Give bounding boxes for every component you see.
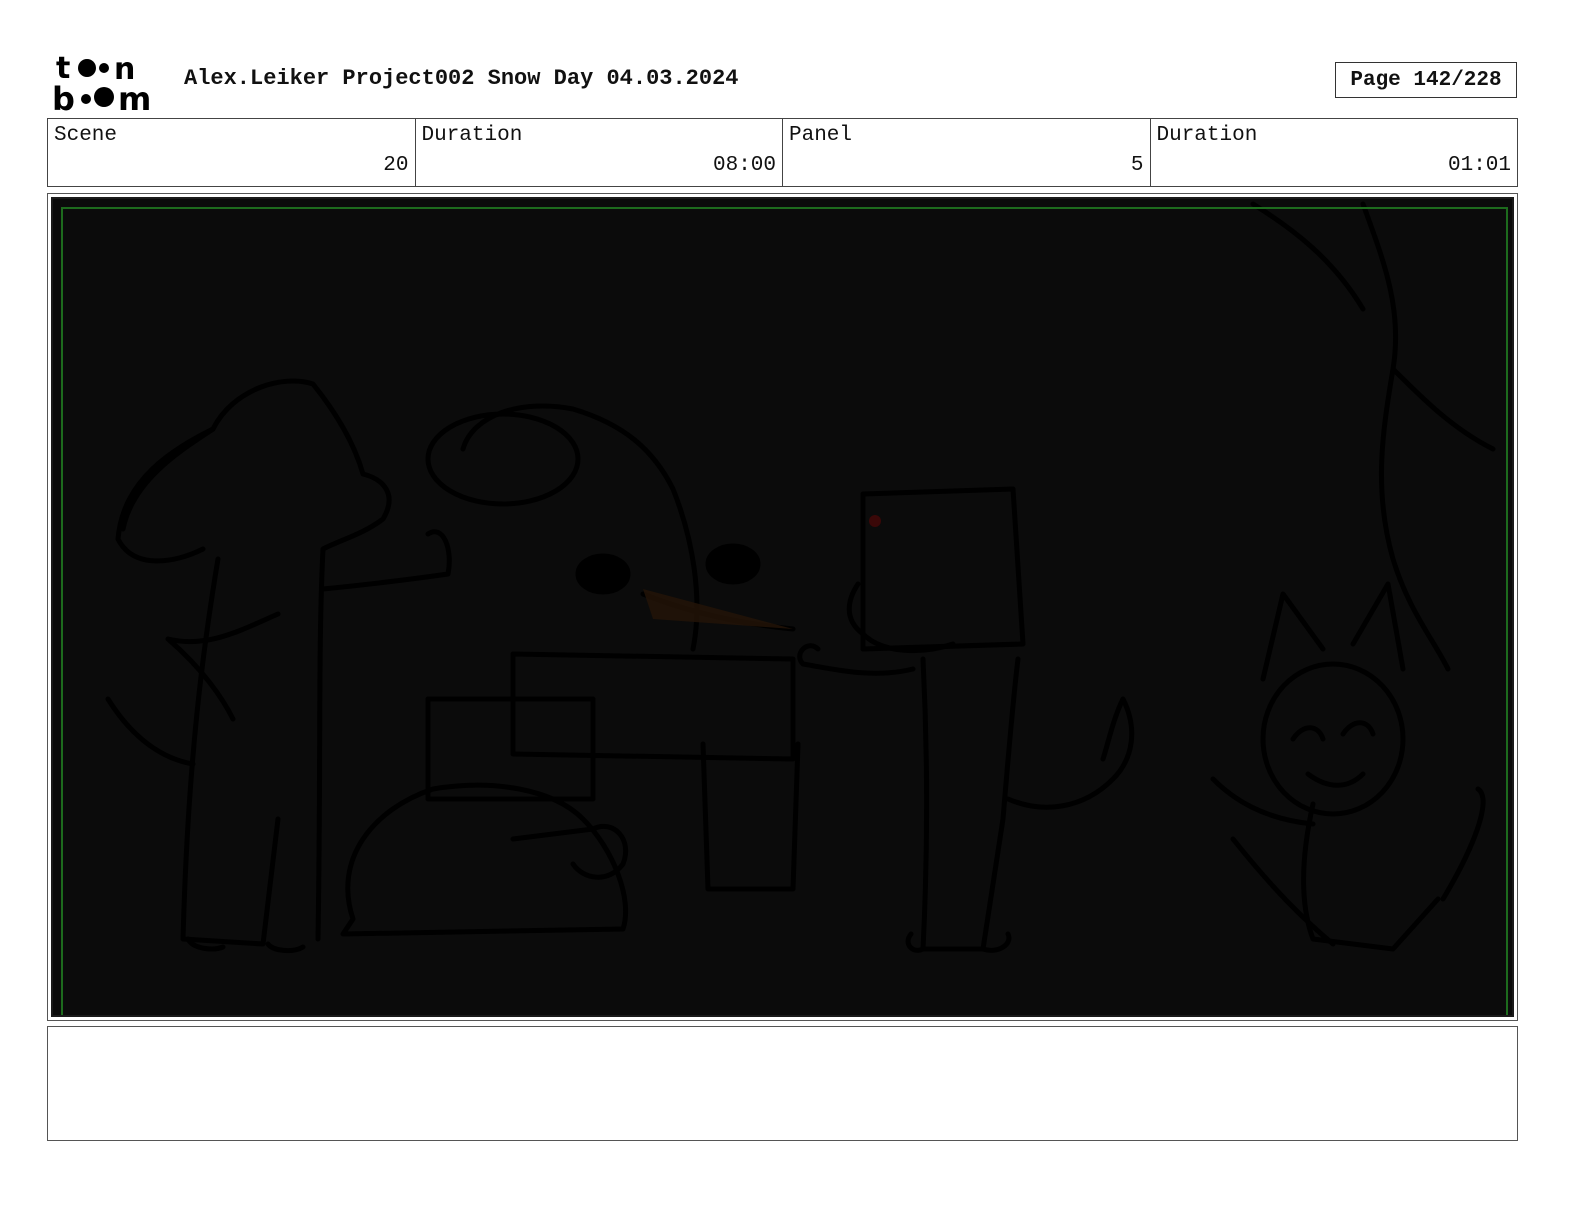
project-title: Alex.Leiker Project002 Snow Day 04.03.20… (184, 66, 739, 91)
panel-duration-value: 01:01 (1447, 154, 1511, 177)
panel-cell: Panel 5 (783, 119, 1151, 186)
page-counter: Page 142/228 (1335, 62, 1517, 98)
scene-duration-cell: Duration 08:00 (416, 119, 783, 186)
storyboard-drawing (51, 197, 1514, 1017)
scene-duration-label: Duration (421, 124, 523, 147)
svg-text:m: m (118, 80, 151, 114)
panel-value: 5 (1130, 154, 1144, 177)
storyboard-panel-frame (47, 193, 1518, 1021)
panel-duration-label: Duration (1156, 124, 1258, 147)
scene-info-table: Scene 20 Duration 08:00 Panel 5 Duration… (47, 118, 1518, 187)
panel-label: Panel (789, 124, 853, 147)
scene-duration-value: 08:00 (712, 154, 776, 177)
panel-duration-cell: Duration 01:01 (1151, 119, 1518, 186)
panel-notes-box[interactable] (47, 1026, 1518, 1141)
toonboom-logo: t n b m (52, 51, 151, 114)
panel-line-art (105, 201, 1496, 954)
scene-cell: Scene 20 (48, 119, 416, 186)
scene-value: 20 (383, 154, 409, 177)
scene-label: Scene (54, 124, 118, 147)
svg-text:b: b (52, 80, 75, 114)
